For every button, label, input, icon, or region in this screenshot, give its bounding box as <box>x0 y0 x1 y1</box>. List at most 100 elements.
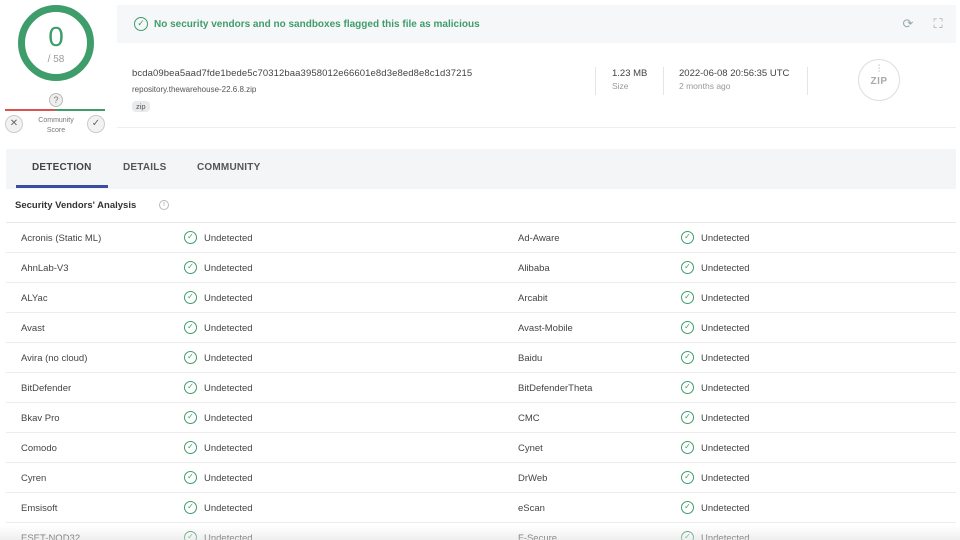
vendor-name: Emsisoft <box>21 503 58 514</box>
vendor-status: Undetected <box>701 323 750 334</box>
check-circle-icon: ✓ <box>184 261 197 274</box>
file-type-label: ZIP <box>870 76 888 87</box>
vendor-name: Avast-Mobile <box>518 323 573 334</box>
vendor-status: Undetected <box>204 293 253 304</box>
vote-harmless-button[interactable]: ✓ <box>87 115 105 133</box>
check-circle-icon: ✓ <box>184 441 197 454</box>
vendor-name: Alibaba <box>518 263 550 274</box>
check-circle-icon: ✓ <box>184 411 197 424</box>
question-icon[interactable]: ? <box>49 93 63 107</box>
score-total: / 58 <box>47 54 65 65</box>
vote-malicious-button[interactable]: ✕ <box>5 115 23 133</box>
vendor-name: Baidu <box>518 353 543 364</box>
tab-community[interactable]: COMMUNITY <box>197 162 260 173</box>
check-circle-icon: ✓ <box>681 471 694 484</box>
graph-icon[interactable]: ⛶ <box>930 16 946 32</box>
reanalyze-icon[interactable]: ⟳ <box>900 16 916 32</box>
section-title: Security Vendors' Analysis <box>15 200 137 211</box>
tab-details[interactable]: DETAILS <box>123 162 166 173</box>
analysis-date-relative: 2 months ago <box>679 81 731 91</box>
vendor-table: Acronis (Static ML) ✓ Undetected Ad-Aware ✓ U… <box>6 222 956 540</box>
table-row: Cyren ✓ Undetected DrWeb ✓ Undetected <box>6 463 956 493</box>
file-name: repository.thewarehouse-22.6.8.zip <box>132 85 257 94</box>
check-circle-icon: ✓ <box>184 291 197 304</box>
vendor-status: Undetected <box>204 443 253 454</box>
divider <box>807 67 808 95</box>
vendor-name: Cyren <box>21 473 47 484</box>
vendor-name: BitDefenderTheta <box>518 383 593 394</box>
vendor-status: Undetected <box>701 413 750 424</box>
table-row: Comodo ✓ Undetected Cynet ✓ Undetected <box>6 433 956 463</box>
vendor-name: Comodo <box>21 443 57 454</box>
table-row: Avira (no cloud) ✓ Undetected Baidu ✓ Undetec… <box>6 343 956 373</box>
check-circle-icon: ✓ <box>681 351 694 364</box>
vendor-status: Undetected <box>701 503 750 514</box>
table-row: Avast ✓ Undetected Avast-Mobile ✓ Undetected <box>6 313 956 343</box>
table-row: Bkav Pro ✓ Undetected CMC ✓ Undetected <box>6 403 956 433</box>
vendor-name: Cynet <box>518 443 543 454</box>
vendor-name: DrWeb <box>518 473 548 484</box>
check-circle-icon: ✓ <box>681 231 694 244</box>
vendor-name: Bkav Pro <box>21 413 60 424</box>
zipper-icon: ⫶ <box>877 64 881 75</box>
check-circle-icon: ✓ <box>681 501 694 514</box>
info-icon[interactable]: i <box>159 200 169 210</box>
table-row: Emsisoft ✓ Undetected eScan ✓ Undetected <box>6 493 956 523</box>
divider <box>663 67 664 95</box>
vendor-status: Undetected <box>204 323 253 334</box>
vendor-name: Ad-Aware <box>518 233 560 244</box>
check-circle-icon: ✓ <box>681 321 694 334</box>
table-row: Acronis (Static ML) ✓ Undetected Ad-Aware ✓ U… <box>6 223 956 253</box>
vendor-status: Undetected <box>701 263 750 274</box>
vendor-status: Undetected <box>701 233 750 244</box>
vendor-name: Acronis (Static ML) <box>21 233 102 244</box>
vendor-name: CMC <box>518 413 540 424</box>
vendor-name: eScan <box>518 503 545 514</box>
vendor-status: Undetected <box>204 473 253 484</box>
vendor-status: Undetected <box>701 383 750 394</box>
vendor-status: Undetected <box>701 293 750 304</box>
vendor-status: Undetected <box>204 383 253 394</box>
analysis-date: 2022-06-08 20:56:35 UTC <box>679 68 790 79</box>
community-score-label: Community Score <box>38 117 74 134</box>
file-size: 1.23 MB <box>612 68 648 79</box>
table-row: AhnLab-V3 ✓ Undetected Alibaba ✓ Undetected <box>6 253 956 283</box>
check-circle-icon: ✓ <box>134 17 148 31</box>
file-report-page: 0 / 58 ? ✕ Community Score ✓ ✓ No securi… <box>0 0 960 540</box>
verdict-message: No security vendors and no sandboxes fla… <box>154 18 480 30</box>
vendor-status: Undetected <box>204 263 253 274</box>
report-tabs: DETECTION DETAILS COMMUNITY <box>6 149 956 189</box>
scroll-fade <box>0 526 960 540</box>
table-row: ALYac ✓ Undetected Arcabit ✓ Undetected <box>6 283 956 313</box>
score-ring: 0 / 58 <box>18 5 94 81</box>
check-circle-icon: ✓ <box>184 381 197 394</box>
divider <box>595 67 596 95</box>
vendor-status: Undetected <box>204 413 253 424</box>
vendor-status: Undetected <box>701 473 750 484</box>
vendor-name: AhnLab-V3 <box>21 263 69 274</box>
vendor-status: Undetected <box>701 443 750 454</box>
check-circle-icon: ✓ <box>184 501 197 514</box>
verdict-banner: ✓ No security vendors and no sandboxes f… <box>117 5 956 43</box>
vendor-status: Undetected <box>204 353 253 364</box>
file-tag[interactable]: zip <box>132 101 150 112</box>
vendor-name: Avast <box>21 323 45 334</box>
check-circle-icon: ✓ <box>681 441 694 454</box>
check-circle-icon: ✓ <box>681 261 694 274</box>
vendor-status: Undetected <box>204 503 253 514</box>
vendor-name: Arcabit <box>518 293 548 304</box>
tab-detection[interactable]: DETECTION <box>32 162 92 173</box>
check-circle-icon: ✓ <box>681 291 694 304</box>
check-circle-icon: ✓ <box>184 231 197 244</box>
vendor-status: Undetected <box>204 233 253 244</box>
zip-file-icon: ⫶ ZIP <box>858 59 900 101</box>
file-hash[interactable]: bcda09bea5aad7fde1bede5c70312baa3958012e… <box>132 68 472 79</box>
vendor-name: BitDefender <box>21 383 72 394</box>
vendor-status: Undetected <box>701 353 750 364</box>
score-detections: 0 <box>48 21 64 52</box>
check-circle-icon: ✓ <box>681 381 694 394</box>
detection-score: 0 / 58 ? ✕ Community Score ✓ <box>5 2 105 134</box>
vendor-name: Avira (no cloud) <box>21 353 88 364</box>
check-circle-icon: ✓ <box>184 321 197 334</box>
check-circle-icon: ✓ <box>184 351 197 364</box>
